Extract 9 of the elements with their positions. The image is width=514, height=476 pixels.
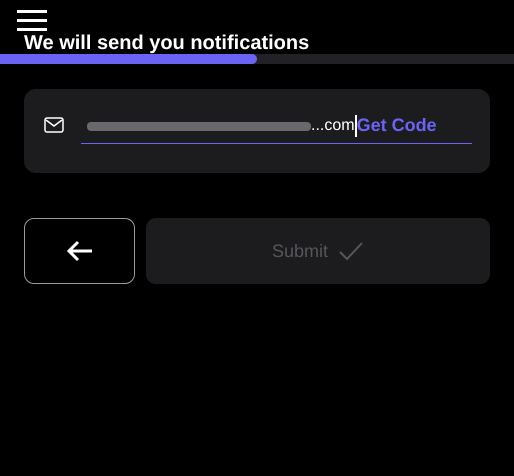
page-title: We will send you notifications [23,33,310,53]
mail-icon [44,117,64,133]
menu-icon[interactable] [17,10,47,31]
email-value: ...com [311,116,355,136]
back-button[interactable] [24,218,135,284]
email-field[interactable]: ...com Get Code [81,108,472,144]
arrow-left-icon [66,240,94,262]
get-code-button[interactable]: Get Code [356,112,437,139]
check-icon [338,240,364,262]
